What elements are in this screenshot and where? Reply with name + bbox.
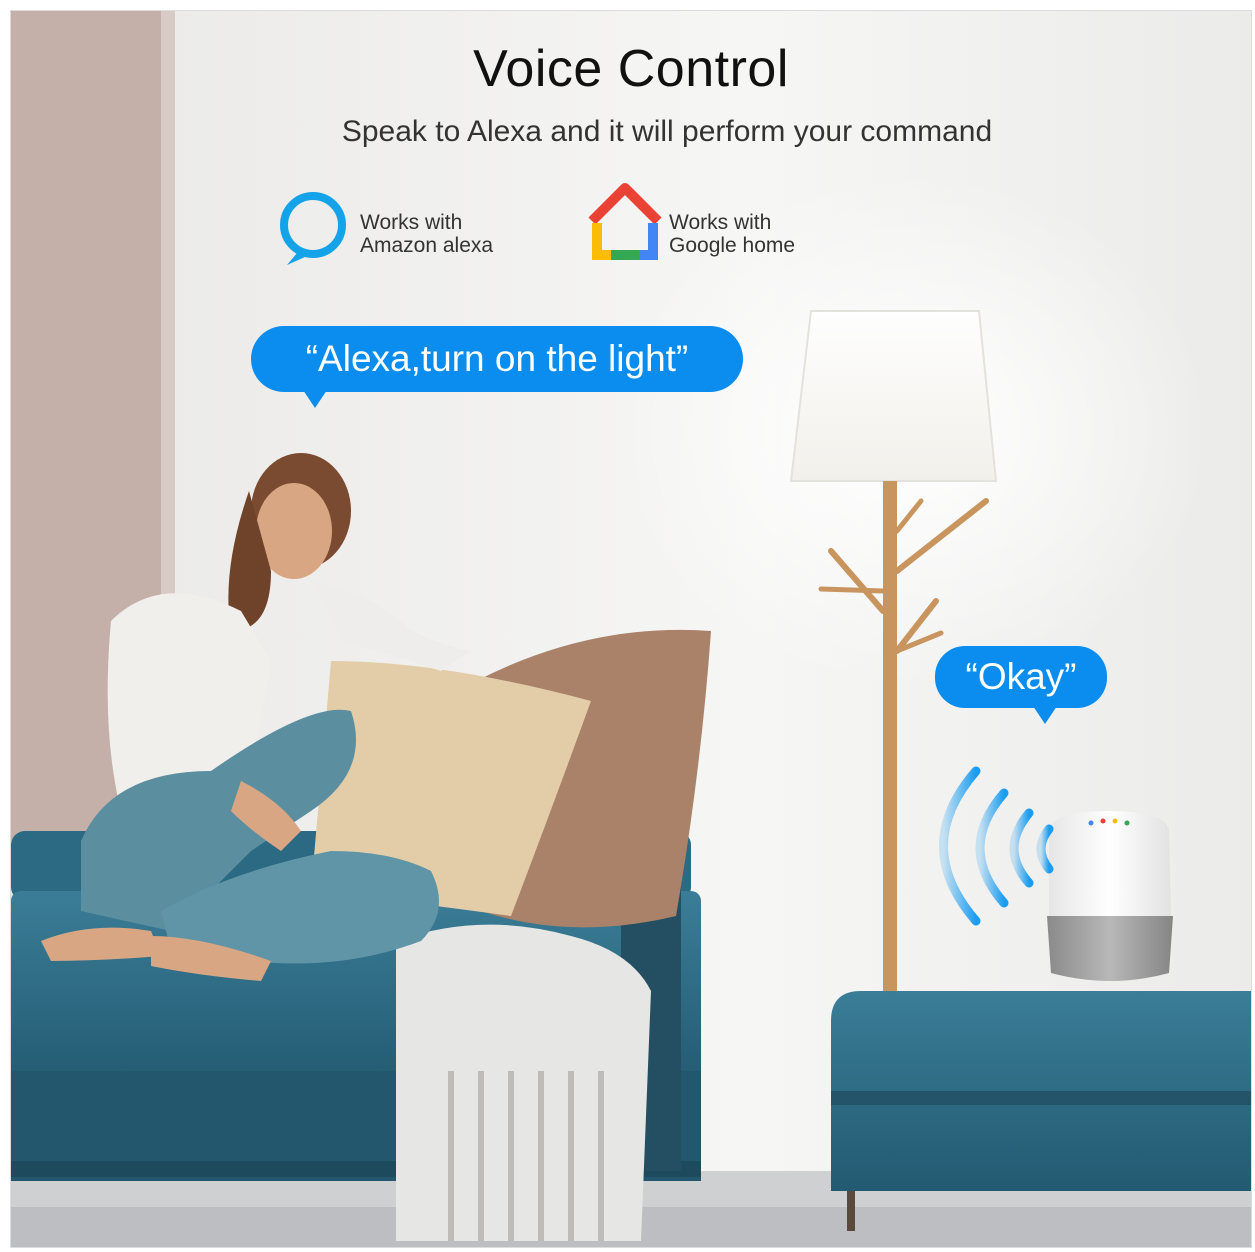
user-command-bubble: “Alexa,turn on the light” [251,326,743,408]
badge-alexa-line2: Amazon alexa [360,234,494,257]
badge-google-line1: Works with [669,211,772,234]
badge-google-home: Works with Google home [655,189,795,279]
bubble-tail [303,390,327,408]
assistant-reply-text: “Okay” [965,656,1077,697]
badge-amazon-alexa: Works with Amazon alexa [346,189,493,279]
living-room-scene [11,11,1251,1247]
product-image: Voice Control Speak to Alexa and it will… [10,10,1252,1248]
bubble-tail [1033,706,1057,724]
page-subtitle: Speak to Alexa and it will perform your … [341,115,993,148]
user-command-text: “Alexa,turn on the light” [305,338,689,379]
assistant-reply-bubble: “Okay” [935,646,1107,724]
page-title: Voice Control [473,40,789,98]
badge-alexa-line1: Works with [360,211,463,234]
badge-google-line2: Google home [669,234,796,257]
